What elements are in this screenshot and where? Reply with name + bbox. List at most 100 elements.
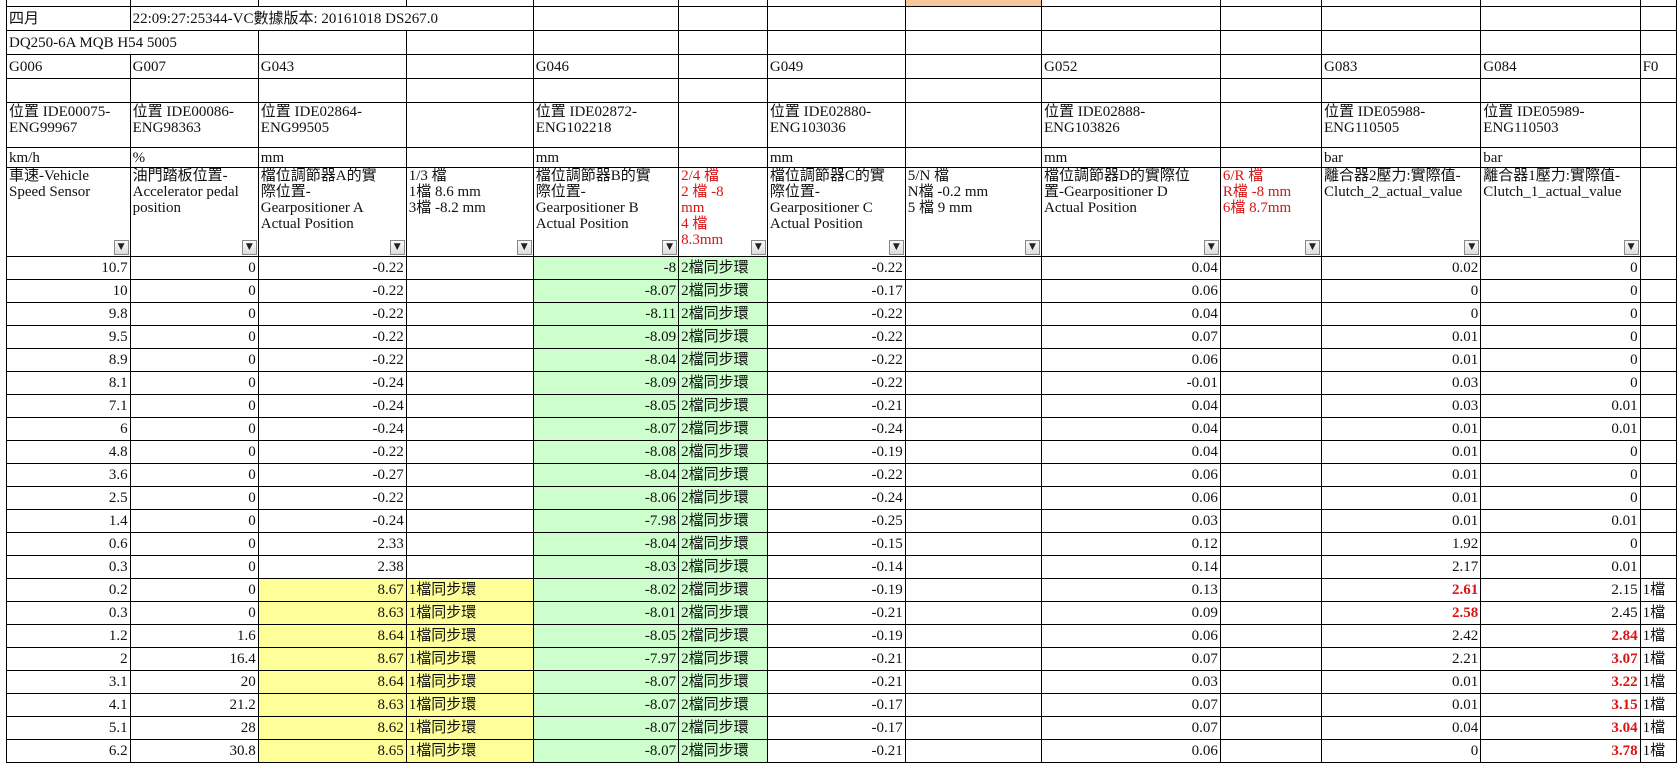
data-cell[interactable] [1219, 394, 1323, 418]
filter-dropdown-icon[interactable]: ▼ [1203, 240, 1219, 255]
data-cell[interactable] [904, 302, 1042, 326]
data-cell[interactable]: 2.84 [1480, 624, 1641, 648]
cell[interactable] [678, 30, 768, 55]
data-cell[interactable] [1219, 601, 1323, 625]
data-cell[interactable]: 30.8 [129, 739, 259, 763]
data-cell[interactable] [904, 486, 1042, 510]
filter-dropdown-icon[interactable]: ▼ [750, 240, 766, 255]
data-cell[interactable] [1219, 739, 1323, 763]
data-cell[interactable]: 0 [129, 463, 259, 487]
data-cell[interactable] [904, 693, 1042, 717]
position-id-cell[interactable] [904, 102, 1042, 148]
position-id-cell[interactable] [678, 102, 768, 148]
data-cell[interactable]: 1檔 [1639, 716, 1677, 740]
data-cell[interactable]: 1檔 [1639, 624, 1677, 648]
data-cell[interactable]: 1檔 [1639, 693, 1677, 717]
data-cell[interactable] [405, 509, 534, 533]
data-cell[interactable]: 0 [1480, 302, 1641, 326]
data-cell[interactable]: 0 [129, 348, 259, 372]
unit-cell[interactable]: mm [1040, 147, 1221, 168]
data-cell[interactable]: 0.04 [1040, 256, 1221, 280]
group-code-cell[interactable]: G083 [1321, 54, 1482, 79]
data-cell[interactable]: 3.1 [6, 670, 131, 694]
data-cell[interactable]: -8.07 [532, 716, 680, 740]
data-cell[interactable]: 0 [1480, 371, 1641, 395]
cell[interactable] [1639, 78, 1677, 103]
cell[interactable] [1480, 6, 1641, 31]
column-title-cell[interactable]: 2/4 檔 2 檔 -8 mm 4 檔 8.3mm ▼ [678, 167, 768, 257]
data-cell[interactable]: 0.07 [1040, 325, 1221, 349]
data-cell[interactable] [904, 371, 1042, 395]
data-cell[interactable]: 8.65 [257, 739, 407, 763]
data-cell[interactable] [1639, 532, 1677, 556]
group-code-cell[interactable] [405, 54, 534, 79]
data-cell[interactable]: -8.05 [532, 624, 680, 648]
data-cell[interactable] [904, 325, 1042, 349]
data-cell[interactable]: -0.21 [766, 739, 906, 763]
data-cell[interactable]: 3.07 [1480, 647, 1641, 671]
data-cell[interactable]: 2.61 [1321, 578, 1482, 602]
data-cell[interactable] [405, 555, 534, 579]
group-code-cell[interactable]: G043 [257, 54, 407, 79]
data-cell[interactable]: 2檔同步環 [678, 463, 768, 487]
filter-dropdown-icon[interactable]: ▼ [1305, 240, 1321, 255]
data-cell[interactable]: 0.3 [6, 555, 131, 579]
data-cell[interactable] [904, 716, 1042, 740]
cell[interactable] [405, 78, 534, 103]
data-cell[interactable]: -8.03 [532, 555, 680, 579]
data-cell[interactable]: -0.24 [257, 417, 407, 441]
data-cell[interactable]: 0.04 [1040, 394, 1221, 418]
cell[interactable] [766, 78, 906, 103]
data-cell[interactable]: 1檔同步環 [405, 601, 534, 625]
cell[interactable] [405, 30, 534, 55]
data-cell[interactable] [1639, 325, 1677, 349]
data-cell[interactable]: 1檔同步環 [405, 670, 534, 694]
data-cell[interactable] [904, 417, 1042, 441]
data-cell[interactable]: 0.01 [1321, 440, 1482, 464]
data-cell[interactable] [904, 532, 1042, 556]
cell[interactable] [1321, 30, 1482, 55]
data-cell[interactable]: 0 [129, 302, 259, 326]
data-cell[interactable]: 2檔同步環 [678, 394, 768, 418]
data-cell[interactable]: 2檔同步環 [678, 739, 768, 763]
cell[interactable] [1219, 30, 1323, 55]
data-cell[interactable]: 1檔同步環 [405, 647, 534, 671]
data-cell[interactable] [1639, 417, 1677, 441]
cell[interactable] [1040, 30, 1221, 55]
data-cell[interactable] [1219, 578, 1323, 602]
data-cell[interactable]: 0.03 [1040, 509, 1221, 533]
data-cell[interactable]: 2檔同步環 [678, 647, 768, 671]
data-cell[interactable]: 0.07 [1040, 716, 1221, 740]
data-cell[interactable]: -0.19 [766, 578, 906, 602]
unit-cell[interactable]: km/h [6, 147, 131, 168]
data-cell[interactable]: 0 [129, 279, 259, 303]
data-cell[interactable]: 0 [1480, 532, 1641, 556]
position-id-cell[interactable]: 位置 IDE00075-ENG99967 [6, 102, 131, 148]
data-cell[interactable] [405, 486, 534, 510]
data-cell[interactable]: 2 [6, 647, 131, 671]
data-cell[interactable]: 10.7 [6, 256, 131, 280]
data-cell[interactable]: 2.58 [1321, 601, 1482, 625]
data-cell[interactable]: 0.01 [1321, 509, 1482, 533]
data-cell[interactable] [1219, 302, 1323, 326]
data-cell[interactable] [1639, 302, 1677, 326]
data-cell[interactable]: 0 [129, 532, 259, 556]
cell[interactable] [1321, 6, 1482, 31]
data-cell[interactable]: -0.22 [257, 279, 407, 303]
data-cell[interactable]: 0.06 [1040, 624, 1221, 648]
data-cell[interactable]: 0 [1480, 279, 1641, 303]
data-cell[interactable] [405, 417, 534, 441]
data-cell[interactable]: 1.92 [1321, 532, 1482, 556]
data-cell[interactable]: -0.22 [257, 440, 407, 464]
position-id-cell[interactable]: 位置 IDE02880-ENG103036 [766, 102, 906, 148]
data-cell[interactable]: 2檔同步環 [678, 440, 768, 464]
data-cell[interactable]: 2檔同步環 [678, 486, 768, 510]
data-cell[interactable]: -0.24 [766, 417, 906, 441]
data-cell[interactable] [1219, 555, 1323, 579]
data-cell[interactable]: 0.03 [1321, 394, 1482, 418]
data-cell[interactable]: 2.15 [1480, 578, 1641, 602]
data-cell[interactable]: 0.04 [1040, 417, 1221, 441]
data-cell[interactable]: 0.01 [1321, 417, 1482, 441]
filter-dropdown-icon[interactable]: ▼ [888, 240, 904, 255]
data-cell[interactable]: 0.01 [1480, 417, 1641, 441]
